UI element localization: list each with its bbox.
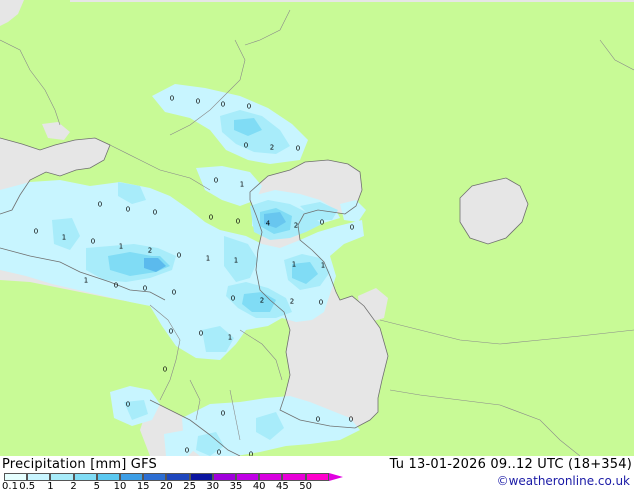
legend-label-1: 0.5 <box>19 481 36 492</box>
precip-value-41: 0 <box>221 410 225 418</box>
precip-value-7: 0 <box>214 177 218 185</box>
legend-label-5: 10 <box>113 481 127 492</box>
legend-swatch-2 <box>50 473 74 481</box>
legend-arrow <box>328 473 343 481</box>
precip-value-12: 0 <box>209 214 213 222</box>
precip-value-6: 0 <box>296 145 300 153</box>
precip-value-45: 0 <box>217 449 221 457</box>
precip-value-8: 1 <box>240 181 244 189</box>
precip-value-9: 0 <box>98 201 102 209</box>
precip-value-17: 0 <box>350 224 354 232</box>
precip-value-37: 0 <box>199 330 203 338</box>
map-canvas: 0 0 0 0 0 2 0 0 1 0 0 0 0 0 4 2 0 0 0 1 0 1 2 0 1 1 1 1 1 0 0 0 0 2 2 0 0 0 1 0… <box>0 0 634 456</box>
precip-value-33: 2 <box>260 297 264 305</box>
precip-value-0: 0 <box>170 95 174 103</box>
precip-value-39: 0 <box>163 366 167 374</box>
precip-value-34: 2 <box>290 298 294 306</box>
precip-value-30: 0 <box>143 285 147 293</box>
precip-value-28: 1 <box>84 277 88 285</box>
sea-top-edge <box>70 0 634 2</box>
precip-value-13: 0 <box>236 218 240 226</box>
legend-bar: Precipitation [mm] GFS Tu 13-01-2026 09.… <box>0 456 634 492</box>
legend-label-7: 20 <box>160 481 173 492</box>
legend-swatch-8 <box>189 473 213 481</box>
precip-value-35: 0 <box>319 299 323 307</box>
precip-value-40: 0 <box>126 401 130 409</box>
precip-value-2: 0 <box>221 101 225 109</box>
legend-swatch-4 <box>96 473 120 481</box>
precip-value-18: 0 <box>34 228 38 236</box>
precip-value-31: 0 <box>172 289 176 297</box>
precip-value-38: 1 <box>228 334 232 342</box>
legend-label-12: 45 <box>276 481 289 492</box>
legend-swatch-0 <box>4 473 28 481</box>
legend-label-10: 35 <box>229 481 243 492</box>
legend-swatch-9 <box>212 473 236 481</box>
legend-swatch-13 <box>305 473 329 481</box>
precip-value-11: 0 <box>153 209 157 217</box>
map-title: Precipitation [mm] GFS <box>2 457 157 472</box>
precip-value-15: 2 <box>294 222 298 230</box>
precip-value-14: 4 <box>266 220 271 228</box>
legend-label-2: 1 <box>47 481 54 492</box>
precip-value-43: 0 <box>349 416 353 424</box>
legend-swatch-5 <box>120 473 144 481</box>
precip-value-20: 0 <box>91 238 95 246</box>
legend-swatch-3 <box>73 473 97 481</box>
legend-label-13: 50 <box>299 481 312 492</box>
precip-value-44: 0 <box>185 447 189 455</box>
precip-value-25: 1 <box>234 257 238 265</box>
legend-label-6: 15 <box>136 481 150 492</box>
precip-value-36: 0 <box>169 328 173 336</box>
precip-value-19: 1 <box>62 234 66 242</box>
precip-value-10: 0 <box>126 206 130 214</box>
valid-time: Tu 13-01-2026 09..12 UTC (18+354) <box>389 457 632 472</box>
legend-label-11: 40 <box>252 481 266 492</box>
precip-value-3: 0 <box>247 103 251 111</box>
precip-value-27: 1 <box>321 262 325 270</box>
precip-value-23: 0 <box>177 252 181 260</box>
legend-swatch-10 <box>236 473 260 481</box>
legend-swatch-12 <box>282 473 306 481</box>
legend-swatch-7 <box>166 473 190 481</box>
precip-value-42: 0 <box>316 416 320 424</box>
precip-value-29: 0 <box>114 282 118 290</box>
precip-value-5: 2 <box>270 144 274 152</box>
precip-value-1: 0 <box>196 98 200 106</box>
legend-label-8: 25 <box>183 481 196 492</box>
credit-link[interactable]: ©weatheronline.co.uk <box>497 474 630 488</box>
legend-swatch-1 <box>27 473 51 481</box>
legend-label-9: 30 <box>206 481 220 492</box>
legend-label-3: 2 <box>70 481 77 492</box>
precipitation-map: 0 0 0 0 0 2 0 0 1 0 0 0 0 0 4 2 0 0 0 1 0 1 2 0 1 1 1 1 1 0 0 0 0 2 2 0 0 0 1 0… <box>0 0 634 456</box>
precip-value-16: 0 <box>320 219 324 227</box>
legend-swatch-6 <box>143 473 167 481</box>
legend-label-4: 5 <box>93 481 100 492</box>
precip-value-32: 0 <box>231 295 235 303</box>
precip-value-26: 1 <box>292 261 296 269</box>
precip-value-21: 1 <box>119 243 123 251</box>
legend-swatch-11 <box>259 473 283 481</box>
precip-value-24: 1 <box>206 255 210 263</box>
legend-label-0: 0.1 <box>2 481 18 492</box>
precip-value-4: 0 <box>244 142 248 150</box>
precip-value-22: 2 <box>148 247 152 255</box>
